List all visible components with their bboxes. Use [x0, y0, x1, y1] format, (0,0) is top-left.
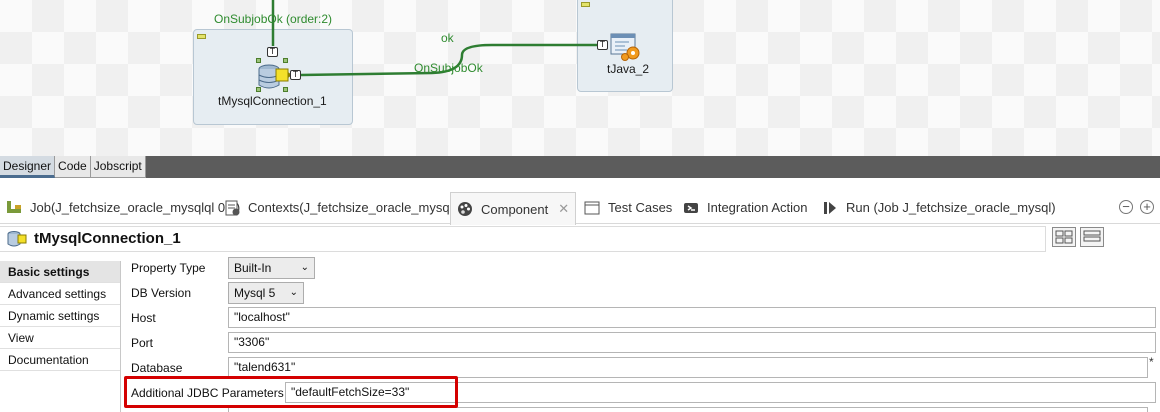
connection-lines	[271, 0, 598, 77]
java-component-label[interactable]: tJava_2	[607, 62, 649, 76]
database-label: Database	[131, 361, 183, 375]
selection-handle[interactable]	[256, 87, 261, 92]
tab-job-label: Job(J_fetchsize_oracle_mysqlql 0.1)	[30, 200, 241, 215]
settings-nav: Basic settings Advanced settings Dynamic…	[0, 261, 121, 412]
tab-code[interactable]: Code	[55, 156, 91, 178]
mysql-component-label[interactable]: tMysqlConnection_1	[218, 94, 327, 108]
required-marker: *	[1149, 355, 1154, 369]
close-icon[interactable]: ✕	[558, 201, 569, 217]
port-label: Port	[131, 336, 154, 350]
nav-documentation[interactable]: Documentation	[0, 349, 120, 371]
onsubjobok-link-label: OnSubjobOk	[414, 61, 483, 75]
tab-integration-action-label: Integration Action	[707, 200, 808, 215]
property-type-value: Built-In	[234, 261, 272, 275]
selection-handle[interactable]	[283, 87, 288, 92]
test-cases-icon	[584, 200, 600, 216]
nav-basic-settings[interactable]: Basic settings	[0, 261, 120, 283]
db-version-value: Mysql 5	[234, 286, 276, 300]
component-title: tMysqlConnection_1	[34, 230, 181, 247]
port-field[interactable]: "3306"	[228, 332, 1156, 353]
host-label: Host	[131, 311, 156, 325]
integration-action-icon	[683, 200, 699, 216]
selection-handle[interactable]	[256, 58, 261, 63]
ok-link-label: ok	[441, 31, 454, 45]
output-connector[interactable]: T	[290, 70, 301, 80]
editor-view-tabs: Designer Code Jobscript	[0, 156, 1160, 178]
database-connection-icon	[6, 230, 30, 251]
maximize-icon[interactable]: +	[1140, 200, 1154, 214]
designer-canvas[interactable]: OnSubjobOk (order:2) ok OnSubjobOk T T t…	[0, 0, 1160, 156]
tab-component[interactable]: Component ✕	[450, 192, 577, 225]
nav-dynamic-settings[interactable]: Dynamic settings	[0, 305, 120, 327]
palette-icon	[457, 201, 473, 217]
tab-run-label: Run (Job J_fetchsize_oracle_mysql)	[846, 200, 1056, 215]
highlight-annotation	[124, 376, 458, 408]
property-type-select[interactable]: Built-In ⌄	[228, 257, 315, 279]
tab-test-cases-label: Test Cases	[608, 200, 673, 215]
database-field[interactable]: "talend631"	[228, 357, 1148, 378]
tab-job[interactable]: Job(J_fetchsize_oracle_mysqlql 0.1)	[6, 192, 240, 223]
component-title-row: tMysqlConnection_1	[0, 226, 1160, 254]
host-field[interactable]: "localhost"	[228, 307, 1156, 328]
tab-jobscript[interactable]: Jobscript	[90, 156, 146, 178]
db-version-select[interactable]: Mysql 5 ⌄	[228, 282, 304, 304]
tab-integration-action[interactable]: Integration Action	[683, 192, 807, 223]
run-icon	[822, 200, 838, 216]
nav-view[interactable]: View	[0, 327, 120, 349]
minimize-icon[interactable]: −	[1119, 200, 1133, 214]
tab-run[interactable]: Run (Job J_fetchsize_oracle_mysql)	[822, 192, 1056, 223]
tab-contexts[interactable]: Contexts(J_fetchsize_oracle_mysql)	[224, 192, 457, 223]
property-type-label: Property Type	[131, 261, 206, 275]
tab-designer[interactable]: Designer	[0, 156, 56, 178]
chevron-down-icon: ⌄	[300, 262, 309, 273]
tab-component-label: Component	[481, 201, 549, 217]
grid-layout-button[interactable]	[1052, 227, 1076, 247]
java-component[interactable]	[609, 32, 643, 62]
chevron-down-icon: ⌄	[289, 287, 298, 298]
tab-test-cases[interactable]: Test Cases	[584, 192, 672, 223]
list-layout-button[interactable]	[1080, 227, 1104, 247]
subjob-link-label: OnSubjobOk (order:2)	[214, 12, 333, 26]
contexts-icon	[224, 200, 240, 216]
nav-advanced-settings[interactable]: Advanced settings	[0, 283, 120, 305]
java-component-icon	[610, 33, 640, 61]
selection-handle[interactable]	[283, 58, 288, 63]
trigger-input-connector[interactable]: T	[267, 47, 278, 57]
db-version-label: DB Version	[131, 286, 192, 300]
tab-contexts-label: Contexts(J_fetchsize_oracle_mysql)	[248, 200, 457, 215]
job-icon	[6, 200, 22, 216]
trigger-input-connector[interactable]: T	[597, 40, 608, 50]
properties-tab-bar: Job(J_fetchsize_oracle_mysqlql 0.1) Cont…	[0, 192, 1160, 225]
